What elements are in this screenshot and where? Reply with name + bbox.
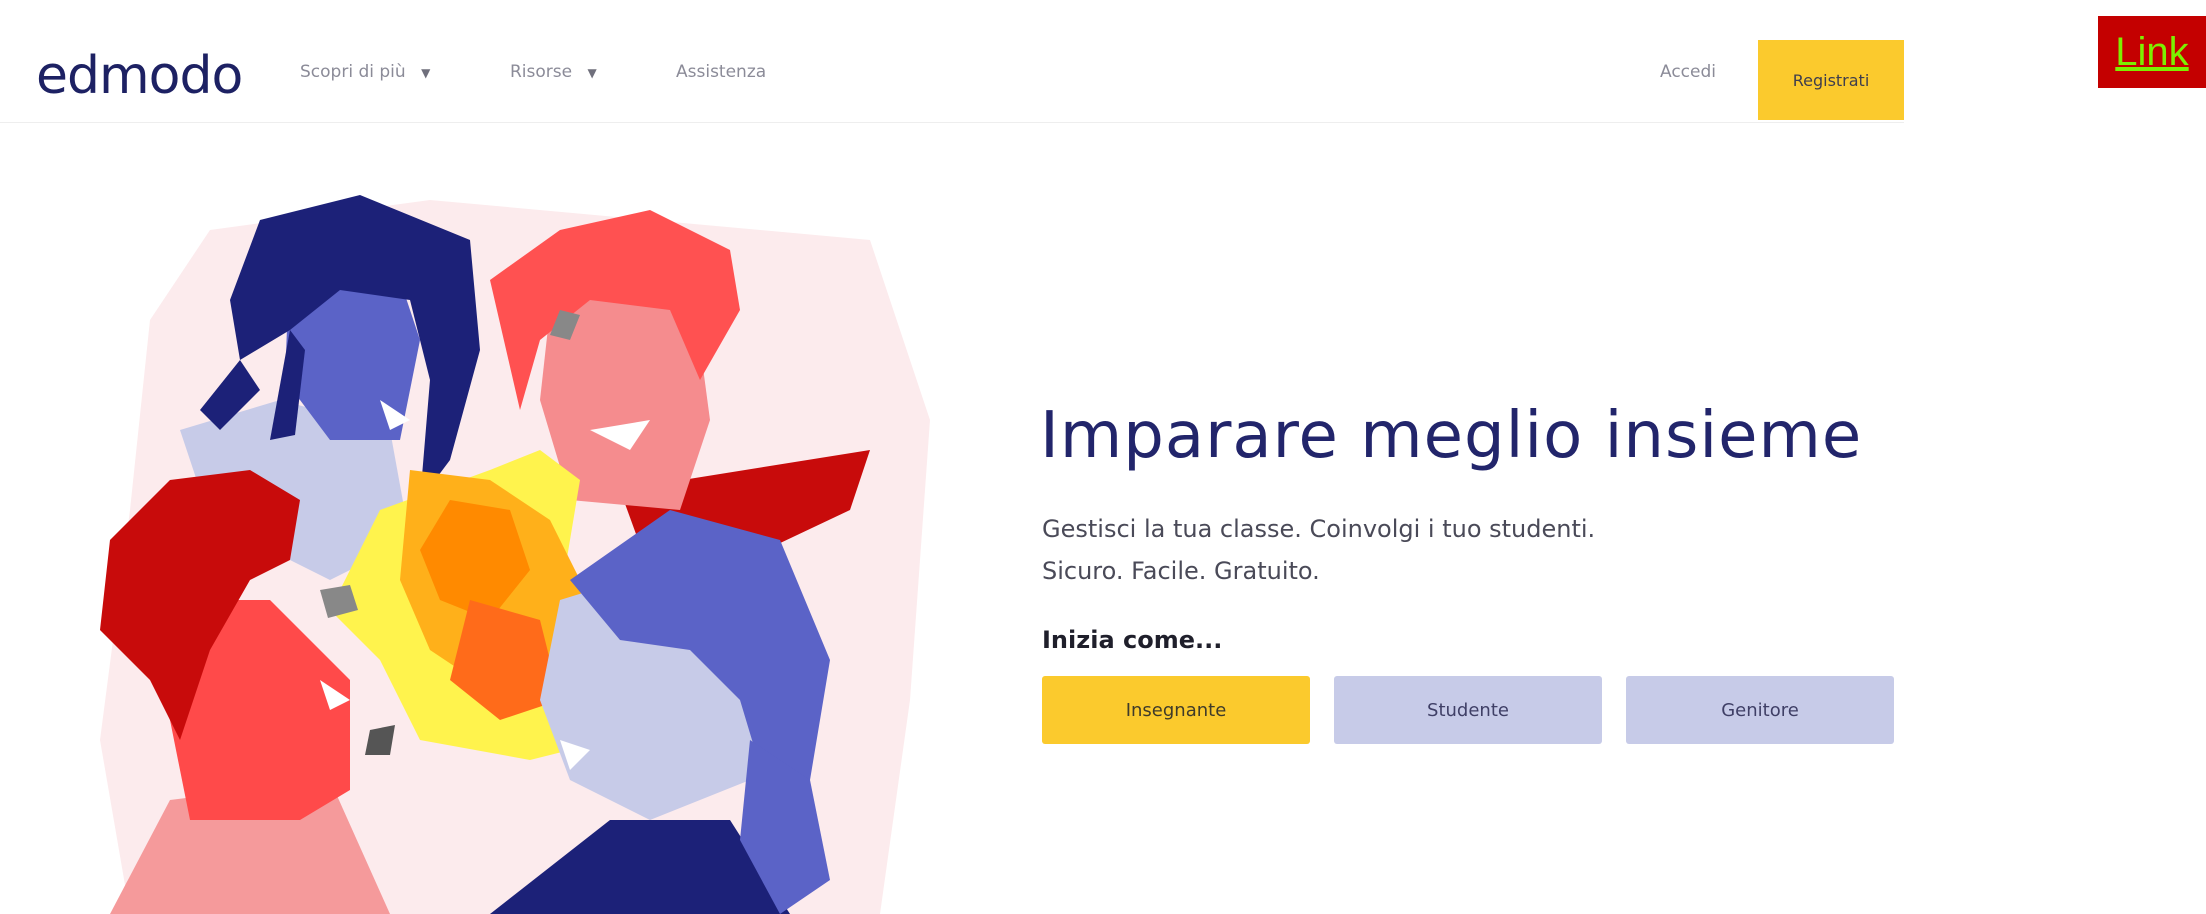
nav-resources-dropdown[interactable]: Risorse ▼ xyxy=(510,60,597,85)
start-as-label: Inizia come... xyxy=(1042,626,1223,654)
hero-subtitle: Gestisci la tua classe. Coinvolgi i tuo … xyxy=(1042,508,1862,592)
chevron-down-icon: ▼ xyxy=(421,66,431,80)
nav-support-label: Assistenza xyxy=(676,62,767,82)
hero-illustration xyxy=(100,195,930,914)
teacher-button[interactable]: Insegnante xyxy=(1042,676,1310,744)
hero-subtitle-line-1: Gestisci la tua classe. Coinvolgi i tuo … xyxy=(1042,515,1596,543)
nav-resources-label: Risorse xyxy=(510,62,573,82)
top-navbar: edmodo Scopri di più ▼ Risorse ▼ Assiste… xyxy=(0,0,1904,123)
nav-discover-dropdown[interactable]: Scopri di più ▼ xyxy=(300,60,430,85)
signup-button[interactable]: Registrati xyxy=(1758,40,1904,120)
hero-title: Imparare meglio insieme xyxy=(1040,399,1863,473)
edmodo-logo[interactable]: edmodo xyxy=(36,46,243,106)
corner-link-badge: Link xyxy=(2098,16,2206,88)
login-link[interactable]: Accedi xyxy=(1660,60,1716,84)
parent-button[interactable]: Genitore xyxy=(1626,676,1894,744)
chevron-down-icon: ▼ xyxy=(587,66,597,80)
hero-subtitle-line-2: Sicuro. Facile. Gratuito. xyxy=(1042,557,1320,585)
student-button[interactable]: Studente xyxy=(1334,676,1602,744)
nav-discover-label: Scopri di più xyxy=(300,62,406,82)
nav-support-link[interactable]: Assistenza xyxy=(676,60,766,84)
corner-link[interactable]: Link xyxy=(2115,30,2188,75)
